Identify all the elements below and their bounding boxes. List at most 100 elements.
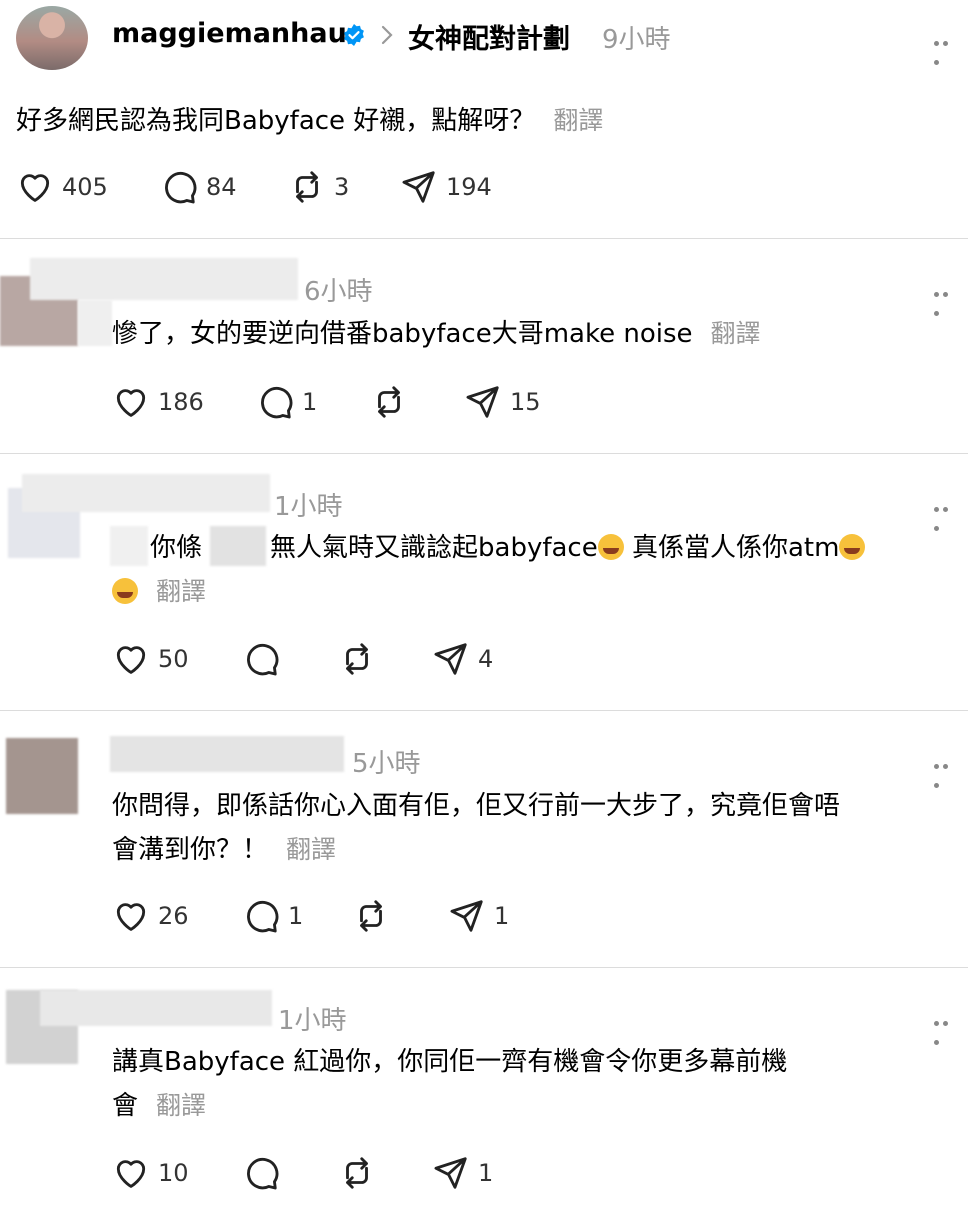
laughing-emoji-icon (597, 534, 624, 560)
more-icon[interactable] (934, 282, 960, 316)
repost-button[interactable] (338, 640, 384, 678)
repost-icon (346, 1157, 368, 1189)
like-count: 26 (158, 902, 189, 930)
post-text: 好多網民認為我同Babyface 好襯，點解呀？ 翻譯 (16, 100, 603, 137)
comment-body: 慘了，女的要逆向借番babyface大哥make noise (112, 319, 693, 349)
comment-body-part: 你條 (150, 533, 203, 563)
comment-timestamp: 6小時 (304, 277, 373, 307)
more-icon[interactable] (934, 754, 960, 788)
repost-button[interactable] (370, 383, 416, 421)
comment-timestamp: 1小時 (278, 1006, 347, 1036)
send-icon (466, 386, 499, 418)
heart-icon (20, 174, 50, 202)
heart-icon (116, 903, 146, 931)
commenter-username[interactable] (40, 990, 272, 1026)
comment-bubble-icon (247, 900, 279, 933)
like-count: 186 (158, 388, 204, 416)
repost-icon (346, 643, 368, 675)
author-avatar[interactable] (16, 6, 88, 70)
comment-count: 1 (288, 902, 304, 930)
like-button[interactable]: 50 (112, 640, 189, 678)
send-icon (434, 643, 467, 675)
laughing-emoji-icon (112, 578, 138, 604)
comment-timestamp: 5小時 (352, 749, 421, 779)
comment-button[interactable]: 84 (160, 168, 237, 206)
share-count: 1 (478, 1159, 494, 1187)
like-count: 50 (158, 645, 189, 673)
repost-button[interactable] (338, 1154, 384, 1192)
comment-body: 講真Babyface 紅過你，你同佢一齊有機會令你更多幕前機 (112, 1047, 788, 1077)
repost-count: 3 (334, 173, 350, 201)
like-count: 10 (158, 1159, 189, 1187)
chevron-right-icon (381, 25, 393, 45)
heart-icon (116, 646, 146, 674)
send-icon (402, 171, 435, 203)
like-button[interactable]: 26 (112, 897, 189, 935)
repost-icon (296, 171, 318, 203)
share-count: 15 (510, 388, 541, 416)
share-button[interactable]: 194 (400, 168, 492, 206)
comment-count: 1 (302, 388, 318, 416)
comment-button[interactable]: 1 (242, 897, 303, 935)
more-icon[interactable] (934, 1011, 960, 1045)
divider (0, 453, 968, 454)
translate-link[interactable]: 翻譯 (286, 835, 336, 864)
comment-body-part: 真係當人係你atm (623, 533, 840, 563)
divider (0, 967, 968, 968)
repost-icon (360, 900, 382, 932)
commenter-username[interactable] (30, 258, 298, 300)
commenter-username[interactable] (22, 474, 270, 512)
translate-link[interactable]: 翻譯 (156, 1091, 206, 1120)
share-button[interactable]: 1 (432, 1154, 493, 1192)
repost-icon (378, 386, 400, 418)
repost-button[interactable]: 3 (288, 168, 349, 206)
topic-tag[interactable]: 女神配對計劃 (408, 17, 570, 56)
comment-text: 你問得，即係話你心入面有佢，佢又行前一大步了，究竟佢會唔 會溝到你？！ 翻譯 (112, 784, 952, 872)
comment-count: 84 (206, 173, 237, 201)
share-count: 1 (494, 902, 510, 930)
commenter-username[interactable] (110, 736, 344, 772)
share-button[interactable]: 15 (464, 383, 541, 421)
like-button[interactable]: 186 (112, 383, 204, 421)
comment-button[interactable] (242, 1154, 288, 1192)
comment-button[interactable] (242, 640, 288, 678)
send-icon (450, 900, 483, 932)
post-body: 好多網民認為我同Babyface 好襯，點解呀？ (16, 106, 536, 136)
comment-bubble-icon (247, 643, 279, 676)
divider (0, 238, 968, 239)
comment-text: 你條 無人氣時又識諗起babyface 真係當人係你atm 翻譯 (112, 526, 952, 614)
repost-button[interactable] (352, 897, 398, 935)
heart-icon (116, 1160, 146, 1188)
comment-button[interactable]: 1 (256, 383, 317, 421)
comment-body-part: 無人氣時又識諗起babyface (270, 533, 598, 563)
like-count: 405 (62, 173, 108, 201)
more-icon[interactable] (934, 31, 960, 65)
like-button[interactable]: 10 (112, 1154, 189, 1192)
author-username[interactable]: maggiemanhau (112, 18, 347, 49)
send-icon (434, 1157, 467, 1189)
comment-bubble-icon (261, 386, 293, 419)
comment-timestamp: 1小時 (274, 492, 343, 522)
like-button[interactable]: 405 (16, 168, 108, 206)
laughing-emoji-icon (839, 534, 866, 560)
comment-body: 會 (112, 1091, 139, 1121)
translate-link[interactable]: 翻譯 (156, 577, 206, 606)
share-count: 4 (478, 645, 494, 673)
share-count: 194 (446, 173, 492, 201)
translate-link[interactable]: 翻譯 (553, 106, 603, 135)
comment-body: 你問得，即係話你心入面有佢，佢又行前一大步了，究竟佢會唔 (112, 791, 841, 821)
comment-body: 會溝到你？！ (112, 835, 269, 865)
comment-bubble-icon (247, 1157, 279, 1190)
translate-link[interactable]: 翻譯 (711, 319, 761, 348)
comment-text: 慘了，女的要逆向借番babyface大哥make noise 翻譯 (112, 312, 952, 356)
share-button[interactable]: 1 (448, 897, 509, 935)
more-icon[interactable] (934, 497, 960, 531)
commenter-avatar[interactable] (6, 738, 78, 814)
redacted-area (78, 300, 112, 346)
share-button[interactable]: 4 (432, 640, 493, 678)
comment-bubble-icon (165, 171, 197, 204)
comment-text: 講真Babyface 紅過你，你同佢一齊有機會令你更多幕前機 會翻譯 (112, 1040, 952, 1128)
divider (0, 710, 968, 711)
verified-badge-icon (344, 24, 364, 46)
post-timestamp: 9小時 (602, 25, 671, 55)
